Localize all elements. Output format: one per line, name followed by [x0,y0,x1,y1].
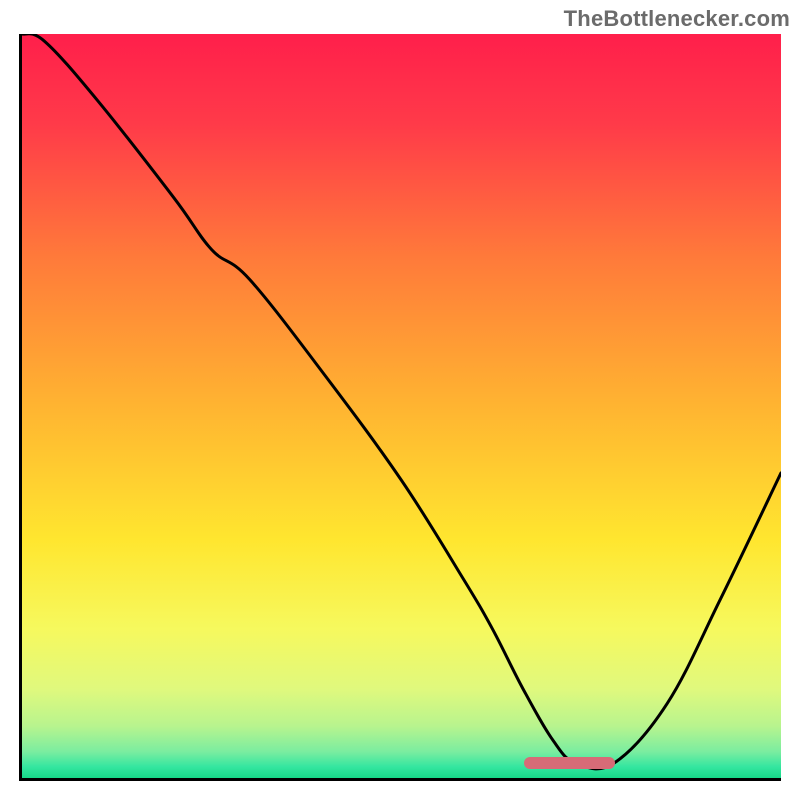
plot-area [22,34,781,778]
chart-container: TheBottlenecker.com [0,0,800,800]
optimal-range-marker [524,757,615,769]
attribution-text: TheBottlenecker.com [564,6,790,32]
gradient-background [22,34,781,778]
plot-frame [19,34,781,781]
